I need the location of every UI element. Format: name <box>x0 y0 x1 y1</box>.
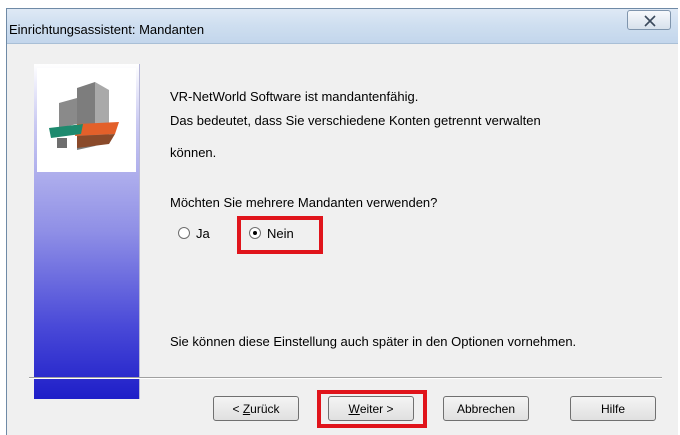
radio-nein-label: Nein <box>267 225 294 241</box>
radio-nein[interactable]: Nein <box>249 224 294 242</box>
next-rest: eiter > <box>359 401 394 416</box>
help-button[interactable]: Hilfe <box>570 396 656 421</box>
radio-ja-label: Ja <box>196 225 210 241</box>
info-line-2: Das bedeutet, dass Sie verschiedene Kont… <box>170 113 541 128</box>
cancel-button[interactable]: Abbrechen <box>443 396 529 421</box>
info-line-1: VR-NetWorld Software ist mandantenfähig. <box>170 89 419 104</box>
next-button[interactable]: Weiter > <box>328 396 414 421</box>
info-line-3: können. <box>170 145 217 160</box>
radio-ja[interactable]: Ja <box>178 224 210 242</box>
back-prefix: < <box>232 401 243 416</box>
next-mnemonic: W <box>348 401 360 416</box>
back-rest: urück <box>250 401 280 416</box>
house-icon <box>37 68 136 172</box>
close-button[interactable] <box>627 10 671 30</box>
radio-nein-dot[interactable] <box>249 227 261 239</box>
back-mnemonic: Z <box>242 401 251 416</box>
radio-ja-dot[interactable] <box>178 227 190 239</box>
footnote-text: Sie können diese Einstellung auch später… <box>170 334 577 349</box>
cancel-label: Abbrechen <box>456 401 516 416</box>
title-bar: Einrichtungsassistent: Mandanten <box>7 9 678 44</box>
help-label: Hilfe <box>600 401 625 416</box>
wizard-banner <box>34 64 140 399</box>
close-icon <box>644 15 656 27</box>
back-button[interactable]: < Zurück <box>213 396 299 421</box>
window-title: Einrichtungsassistent: Mandanten <box>9 22 205 37</box>
question-label: Möchten Sie mehrere Mandanten verwenden? <box>170 195 438 210</box>
button-separator <box>29 377 662 379</box>
